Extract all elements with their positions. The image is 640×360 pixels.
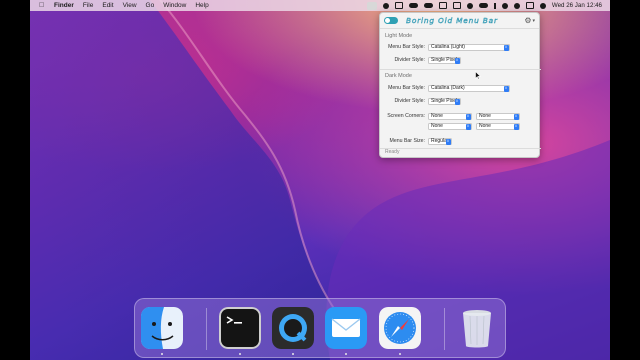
dock-trash-icon[interactable] — [456, 307, 498, 349]
dock-safari-icon[interactable] — [379, 307, 421, 349]
dark-divider-style-value: Single Pixel — [431, 98, 458, 105]
screen-corner-value: None — [479, 123, 491, 130]
popover-header: Boring Old Menu Bar ⚙ ▾ — [380, 13, 539, 29]
menu-bar-size-label: Menu Bar Size: — [389, 138, 425, 145]
cloud-icon[interactable] — [408, 3, 418, 8]
select-stepper-icon: ⇳ — [454, 99, 460, 105]
display-icon[interactable] — [452, 2, 461, 9]
dock-separator-left — [206, 308, 207, 350]
siri-icon[interactable] — [539, 2, 546, 9]
screen-corners-row-2: None ⇳ None ⇳ — [428, 123, 520, 130]
menu-help[interactable]: Help — [195, 2, 208, 9]
screen-icon[interactable] — [394, 2, 403, 9]
menu-window[interactable]: Window — [163, 2, 186, 9]
select-stepper-icon: ⇳ — [513, 114, 519, 120]
select-stepper-icon: ⇳ — [503, 45, 509, 51]
dock-quicktime-icon[interactable] — [272, 307, 314, 349]
safari-running-indicator — [399, 353, 401, 355]
select-stepper-icon: ⇳ — [465, 114, 471, 120]
menu-file[interactable]: File — [83, 2, 93, 9]
dark-mode-title: Dark Mode — [385, 73, 412, 79]
screen-corners-label: Screen Corners: — [387, 113, 425, 120]
select-stepper-icon: ⇳ — [513, 124, 519, 130]
gear-icon[interactable]: ⚙ — [524, 16, 531, 25]
light-divider-style-label: Divider Style: — [394, 57, 425, 64]
shield-icon[interactable] — [438, 2, 447, 9]
screen-corner-value: None — [431, 113, 443, 120]
mail-running-indicator — [345, 353, 347, 355]
menu-app-name[interactable]: Finder — [54, 2, 74, 9]
menu-view[interactable]: View — [123, 2, 137, 9]
status-text: Ready — [385, 149, 400, 155]
footer-divider — [380, 148, 541, 149]
menu-bar-size-row: Menu Bar Size: Regular ⇳ — [380, 138, 452, 145]
light-mode-title: Light Mode — [385, 33, 413, 39]
settings-popover: Boring Old Menu Bar ⚙ ▾ Light Mode Menu … — [379, 12, 541, 158]
dark-divider-style-select[interactable]: Single Pixel ⇳ — [428, 98, 461, 105]
letterbox-right — [610, 0, 640, 360]
dark-menu-bar-style-select[interactable]: Catalina (Dark) ⇳ — [428, 85, 510, 92]
wifi-icon[interactable] — [501, 2, 508, 9]
dark-menu-bar-style-row: Menu Bar Style: Catalina (Dark) ⇳ — [380, 85, 510, 92]
dock — [134, 298, 506, 358]
menu-bar-size-select[interactable]: Regular ⇳ — [428, 138, 452, 145]
clock[interactable]: Wed 26 Jan 12:46 — [552, 2, 602, 9]
light-menu-bar-style-select[interactable]: Catalina (Light) ⇳ — [428, 44, 510, 51]
screen-corners-row-1: Screen Corners: None ⇳ None ⇳ — [380, 113, 520, 120]
dock-separator-right — [444, 308, 445, 350]
dock-finder-icon[interactable] — [141, 307, 183, 349]
select-stepper-icon: ⇳ — [454, 58, 460, 64]
menu-bar:  Finder File Edit View Go Window Help W… — [30, 0, 610, 11]
screen-corner-top-left-select[interactable]: None ⇳ — [428, 113, 472, 120]
section-divider — [380, 69, 541, 70]
battery-icon[interactable] — [478, 3, 488, 8]
status-area: Wed 26 Jan 12:46 — [366, 1, 610, 10]
apple-icon[interactable]:  — [39, 2, 49, 9]
light-menu-bar-style-row: Menu Bar Style: Catalina (Light) ⇳ — [380, 44, 510, 51]
quicktime-running-indicator — [292, 353, 294, 355]
mouse-cursor-icon — [475, 71, 481, 80]
menu-edit[interactable]: Edit — [102, 2, 113, 9]
dark-divider-style-label: Divider Style: — [394, 98, 425, 105]
control-center-icon[interactable] — [525, 2, 534, 9]
play-icon[interactable] — [466, 2, 473, 9]
chevron-down-icon[interactable]: ▾ — [532, 18, 535, 24]
screen-corner-top-right-select[interactable]: None ⇳ — [476, 113, 520, 120]
light-menu-bar-style-label: Menu Bar Style: — [388, 44, 425, 51]
app-logo: Boring Old Menu Bar — [406, 16, 498, 25]
light-divider-style-value: Single Pixel — [431, 57, 458, 64]
screen-corner-value: None — [479, 113, 491, 120]
bluetooth-icon[interactable] — [493, 2, 496, 9]
dark-divider-style-row: Divider Style: Single Pixel ⇳ — [380, 98, 461, 105]
dock-terminal-icon[interactable] — [219, 307, 261, 349]
terminal-running-indicator — [239, 353, 241, 355]
record-icon[interactable] — [382, 2, 389, 9]
light-divider-style-row: Divider Style: Single Pixel ⇳ — [380, 57, 461, 64]
boring-old-menu-bar-icon[interactable] — [366, 1, 377, 10]
select-stepper-icon: ⇳ — [503, 86, 509, 92]
search-icon[interactable] — [513, 2, 520, 9]
dark-menu-bar-style-value: Catalina (Dark) — [431, 85, 465, 92]
glasses-icon[interactable] — [423, 3, 433, 8]
menu-go[interactable]: Go — [146, 2, 155, 9]
finder-running-indicator — [161, 353, 163, 355]
dock-mail-icon[interactable] — [325, 307, 367, 349]
screen-corner-bottom-left-select[interactable]: None ⇳ — [428, 123, 472, 130]
screen-corner-value: None — [431, 123, 443, 130]
enable-toggle[interactable] — [384, 17, 398, 24]
select-stepper-icon: ⇳ — [445, 139, 451, 145]
dark-menu-bar-style-label: Menu Bar Style: — [388, 85, 425, 92]
letterbox-left — [0, 0, 30, 360]
light-divider-style-select[interactable]: Single Pixel ⇳ — [428, 57, 461, 64]
select-stepper-icon: ⇳ — [465, 124, 471, 130]
light-menu-bar-style-value: Catalina (Light) — [431, 44, 465, 51]
screen-corner-bottom-right-select[interactable]: None ⇳ — [476, 123, 520, 130]
